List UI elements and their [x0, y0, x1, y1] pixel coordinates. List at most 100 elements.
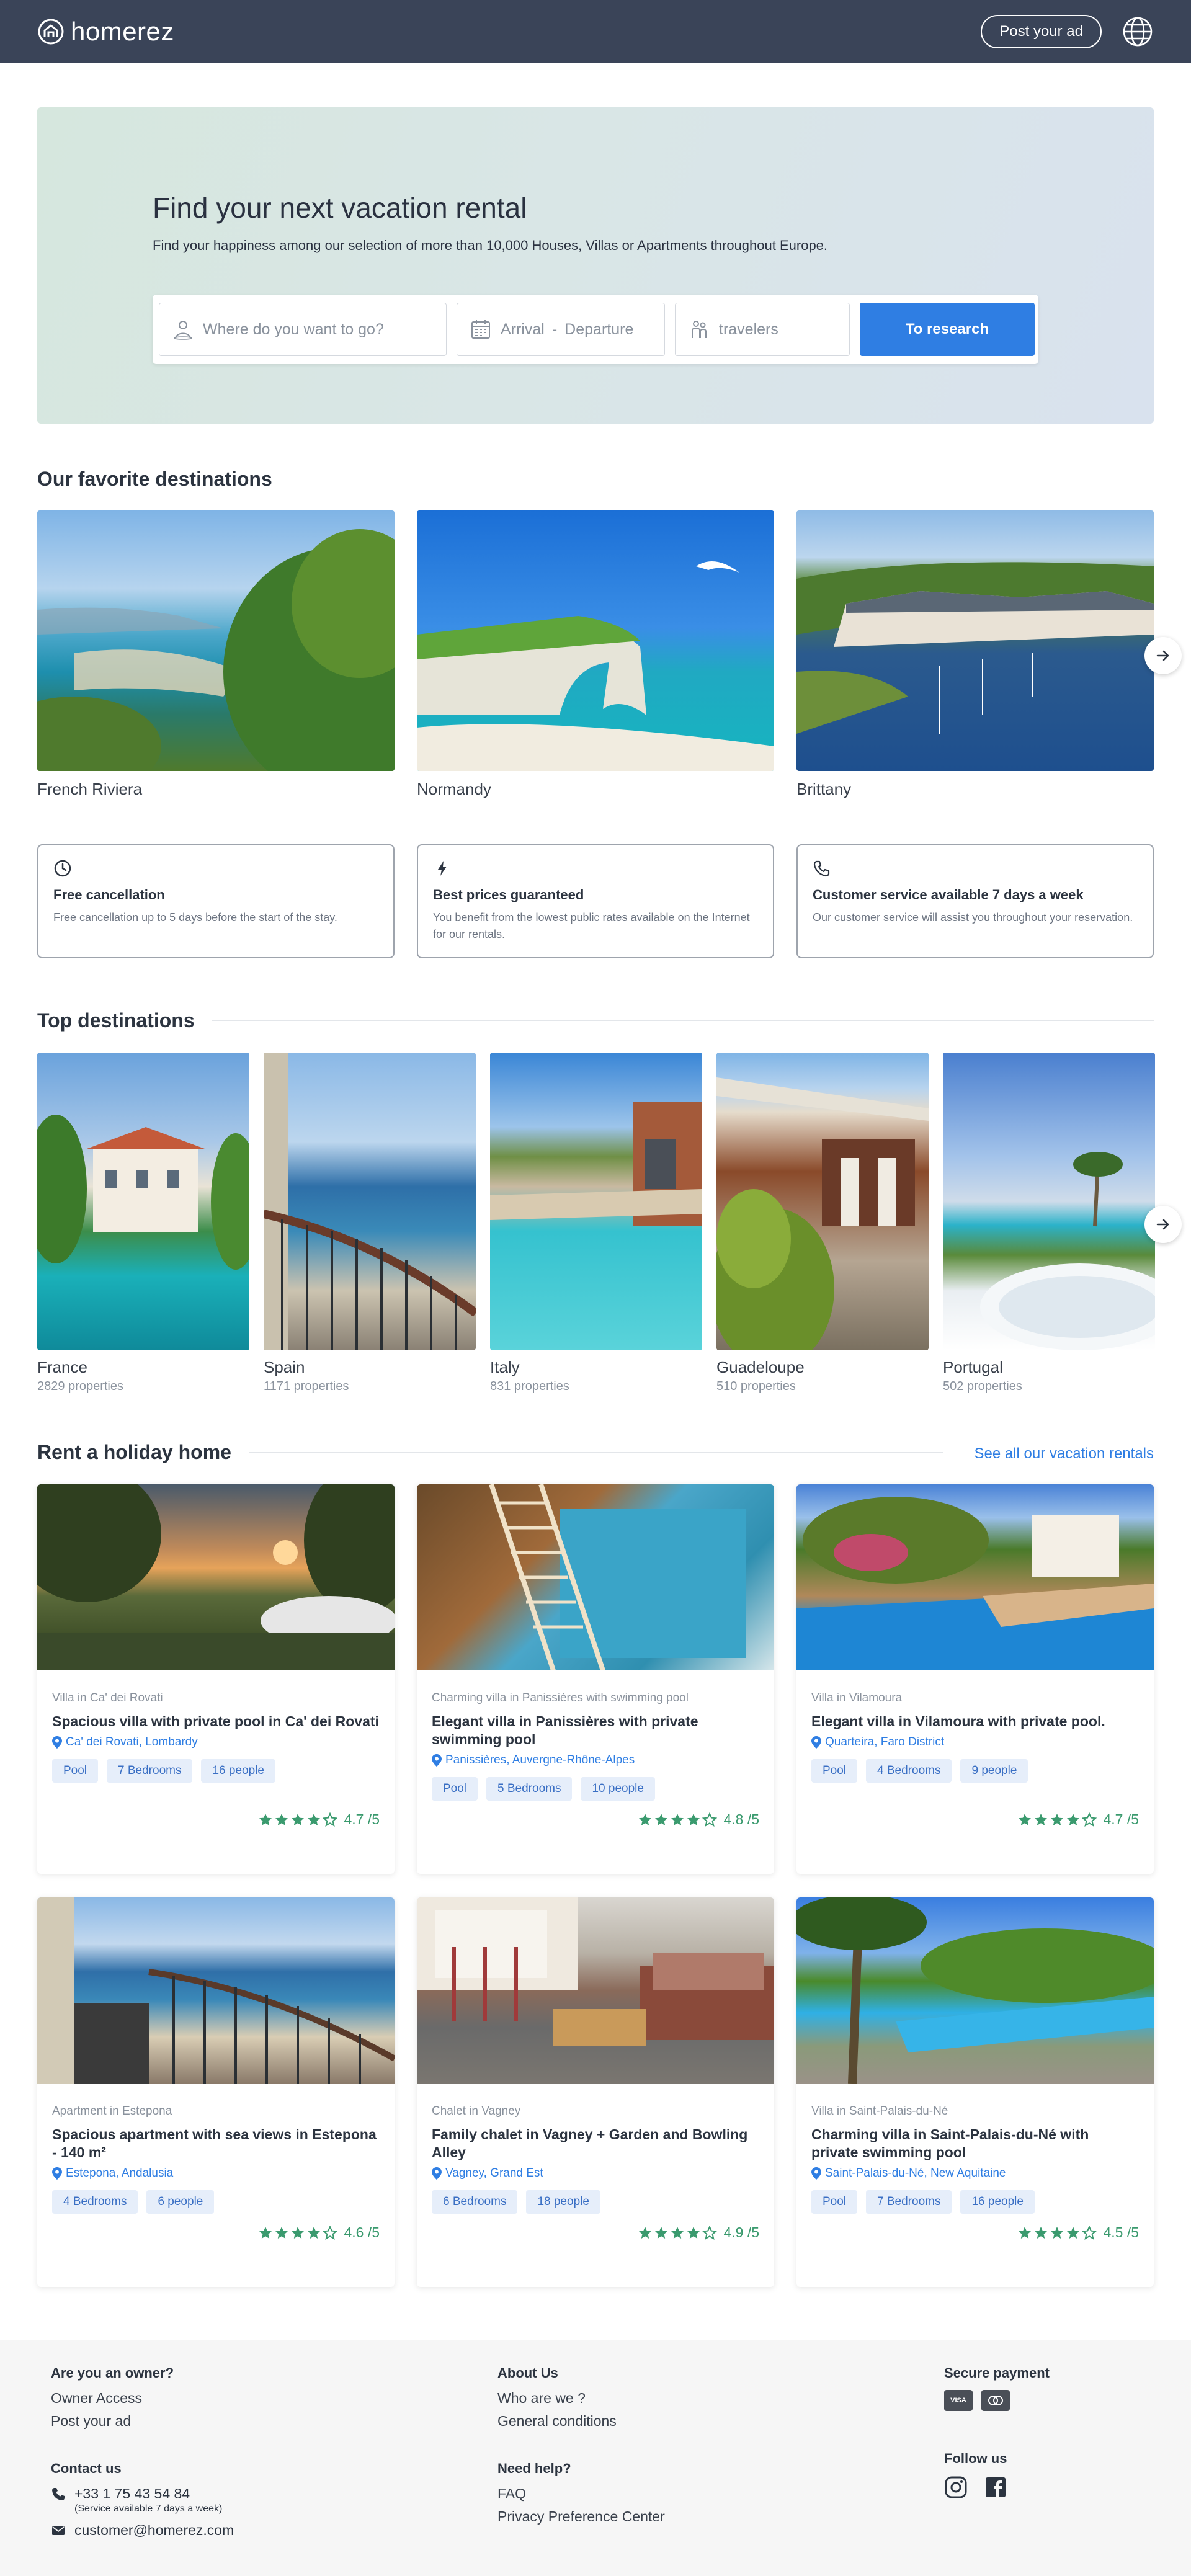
phone-icon [52, 2487, 65, 2500]
villa-scene [37, 1115, 249, 1270]
favorite-card[interactable]: Normandy [417, 510, 774, 799]
date-separator: - [551, 320, 558, 338]
general-conditions-link[interactable]: General conditions [497, 2413, 617, 2430]
facebook-icon[interactable] [984, 2476, 1007, 2499]
destination-image [716, 1053, 929, 1350]
star-icon [1082, 2225, 1097, 2240]
star-icon [1019, 2226, 1032, 2239]
divider [248, 1452, 943, 1453]
rental-type: Villa in Saint-Palais-du-Né [811, 2105, 948, 2118]
destination-card[interactable]: Spain 1171 properties [264, 1053, 476, 1394]
favorite-label: Normandy [417, 780, 491, 798]
rental-tags: 6 Bedrooms 18 people [432, 2190, 759, 2214]
destination-card[interactable]: Guadeloupe 510 properties [716, 1053, 929, 1394]
rental-rating: 4.5 /5 [1017, 2224, 1139, 2241]
post-ad-link[interactable]: Post your ad [51, 2413, 174, 2430]
rental-tag: 16 people [960, 2190, 1035, 2214]
site-header: homerez Post your ad [0, 0, 1191, 63]
destination-image [264, 1053, 476, 1350]
rental-location[interactable]: Quarteira, Faro District [811, 1736, 1139, 1749]
phone-contact[interactable]: +33 1 75 43 54 84 [51, 2485, 234, 2502]
rental-card[interactable]: Villa in Vilamoura Elegant villa in Vila… [796, 1484, 1154, 1874]
top-destinations-heading: Top destinations [37, 1009, 1154, 1032]
star-icon [687, 1813, 700, 1825]
rental-rating: 4.7 /5 [1017, 1811, 1139, 1828]
rental-tag: 16 people [201, 1759, 275, 1783]
rental-tags: Pool 4 Bedrooms 9 people [811, 1759, 1139, 1783]
star-rating [638, 1812, 718, 1827]
star-icon [308, 2226, 321, 2239]
rental-card[interactable]: Chalet in Vagney Family chalet in Vagney… [417, 1897, 774, 2287]
vilamoura-pool-scene [796, 1497, 1154, 1670]
destination-count: 1171 properties [264, 1379, 349, 1393]
destination-card[interactable]: Portugal 502 properties [943, 1053, 1155, 1394]
feature-text: Free cancellation up to 5 days before th… [53, 911, 337, 924]
travelers-input[interactable]: travelers [675, 303, 850, 356]
rental-image [37, 1484, 395, 1670]
hero-title: Find your next vacation rental [153, 192, 527, 224]
rental-location[interactable]: Ca' dei Rovati, Lombardy [52, 1736, 380, 1749]
rental-image [417, 1897, 774, 2084]
star-icon [671, 2226, 684, 2239]
star-icon [1082, 1812, 1097, 1827]
favorite-card[interactable]: Brittany [796, 510, 1154, 799]
top-destinations-next-button[interactable] [1144, 1206, 1182, 1243]
rental-title: Elegant villa in Panissières with privat… [432, 1713, 698, 1747]
rental-tag: Pool [811, 2190, 858, 2214]
star-icon [1019, 1813, 1032, 1825]
instagram-icon[interactable] [944, 2476, 968, 2499]
rental-tag: Pool [432, 1777, 478, 1801]
rental-card[interactable]: Villa in Ca' dei Rovati Spacious villa w… [37, 1484, 395, 1874]
rental-location[interactable]: Saint-Palais-du-Né, New Aquitaine [811, 2167, 1139, 2180]
search-button[interactable]: To research [860, 303, 1035, 356]
mastercard-icon [981, 2390, 1010, 2411]
star-icon [639, 2226, 652, 2239]
privacy-preference-link[interactable]: Privacy Preference Center [497, 2508, 665, 2525]
email-contact[interactable]: customer@homerez.com [51, 2522, 234, 2539]
rental-title: Family chalet in Vagney + Garden and Bow… [432, 2126, 748, 2160]
clock-icon [54, 860, 71, 877]
globe-icon[interactable] [1122, 16, 1154, 48]
location-pin-icon [52, 1736, 62, 1749]
saint-palais-scene [796, 1897, 1154, 2084]
rental-location[interactable]: Vagney, Grand Est [432, 2167, 759, 2180]
pool-scene [490, 1102, 702, 1226]
rental-image [417, 1484, 774, 1670]
mastercard-circles-icon [988, 2396, 1003, 2405]
favorite-card[interactable]: French Riviera [37, 510, 395, 799]
rental-tag: 4 Bedrooms [866, 1759, 952, 1783]
destination-card[interactable]: France 2829 properties [37, 1053, 249, 1394]
rental-location[interactable]: Panissières, Auvergne-Rhône-Alpes [432, 1754, 759, 1767]
star-rating [258, 2225, 338, 2240]
favorites-next-button[interactable] [1144, 637, 1182, 674]
see-all-rentals-link[interactable]: See all our vacation rentals [975, 1445, 1154, 1463]
location-pin-icon [52, 2167, 62, 2180]
rental-card[interactable]: Villa in Saint-Palais-du-Né Charming vil… [796, 1897, 1154, 2287]
rental-image [796, 1897, 1154, 2084]
phone-icon [813, 860, 830, 877]
rental-card[interactable]: Apartment in Estepona Spacious apartment… [37, 1897, 395, 2287]
faq-link[interactable]: FAQ [497, 2485, 665, 2502]
rental-location[interactable]: Estepona, Andalusia [52, 2167, 380, 2180]
location-pin-icon [432, 1754, 442, 1767]
rental-location-text: Ca' dei Rovati, Lombardy [66, 1736, 198, 1749]
destination-placeholder: Where do you want to go? [203, 320, 384, 338]
destination-input[interactable]: Where do you want to go? [159, 303, 447, 356]
brittany-scene [796, 562, 1154, 734]
destination-card[interactable]: Italy 831 properties [490, 1053, 702, 1394]
feature-card: Free cancellation Free cancellation up t… [37, 844, 395, 958]
destination-name: France [37, 1358, 87, 1376]
rental-card[interactable]: Charming villa in Panissières with swimm… [417, 1484, 774, 1874]
rental-type: Villa in Vilamoura [811, 1691, 903, 1705]
dates-input[interactable]: Arrival - Departure [457, 303, 665, 356]
departure-placeholder: Departure [564, 320, 634, 338]
homerez-logo[interactable]: homerez [37, 17, 174, 47]
post-ad-button[interactable]: Post your ad [981, 14, 1102, 48]
star-icon [259, 1813, 272, 1825]
star-icon [1067, 1813, 1080, 1825]
who-are-we-link[interactable]: Who are we ? [497, 2390, 617, 2407]
chalet-interior-scene [417, 1897, 774, 2046]
rental-tag: Pool [811, 1759, 858, 1783]
hero-subtitle: Find your happiness among our selection … [153, 238, 828, 253]
owner-access-link[interactable]: Owner Access [51, 2390, 174, 2407]
